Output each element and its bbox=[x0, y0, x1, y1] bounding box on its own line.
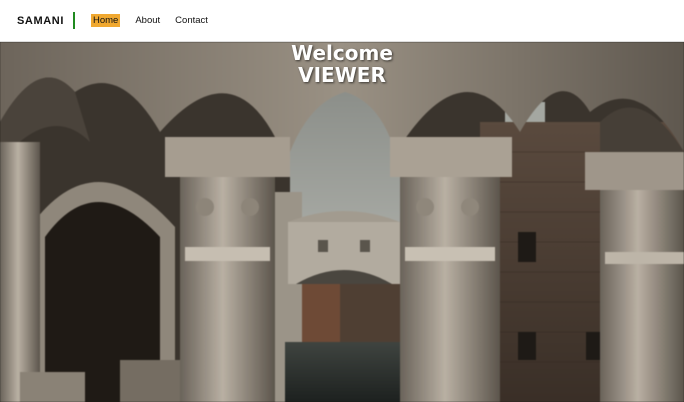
nav-link-about[interactable]: About bbox=[135, 15, 160, 26]
hero-welcome-heading: Welcome VIEWER bbox=[0, 42, 684, 86]
hero-title-line-2: VIEWER bbox=[298, 63, 386, 87]
hero-background-image bbox=[0, 42, 684, 402]
hero-section: Welcome VIEWER bbox=[0, 42, 684, 402]
nav-link-contact[interactable]: Contact bbox=[175, 15, 208, 26]
hero-title-line-1: Welcome bbox=[291, 42, 393, 65]
nav-link-home[interactable]: Home bbox=[91, 14, 121, 27]
top-navbar: SAMANI Home About Contact bbox=[0, 0, 684, 42]
brand-logo[interactable]: SAMANI bbox=[17, 15, 64, 27]
brand-divider bbox=[73, 12, 75, 29]
